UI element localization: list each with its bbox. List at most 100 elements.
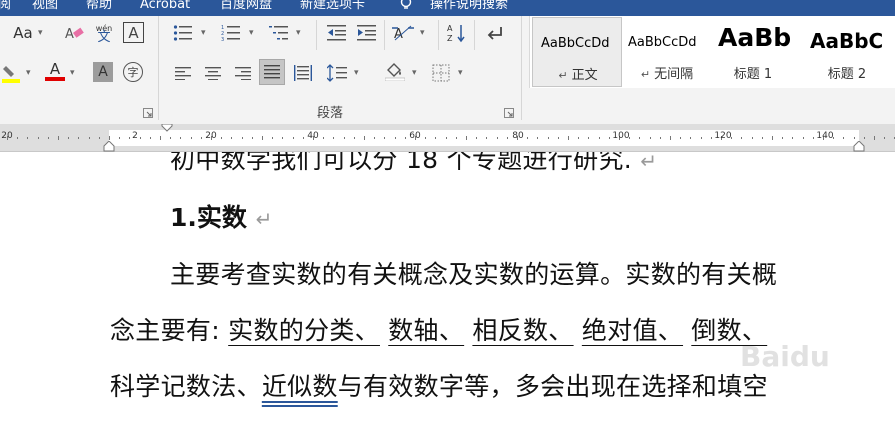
align-left-icon <box>175 67 191 80</box>
ruler-tick <box>272 137 274 139</box>
doc-heading: 1.实数 ↵ <box>170 198 272 234</box>
ruler-tick <box>537 137 539 139</box>
borders-button[interactable] <box>430 62 452 84</box>
tab-new-tab[interactable]: 新建选项卡 <box>300 0 365 13</box>
styles-gallery: AaBbCcDd ↵ 正文 AaBbCcDd ↵ 无间隔 AaBb 标题 1 A… <box>529 16 895 88</box>
ruler-tick <box>119 137 121 139</box>
ruler-tick <box>404 137 406 139</box>
align-center-button[interactable] <box>202 62 224 84</box>
show-hide-marks-button[interactable] <box>484 22 506 44</box>
paint-bucket-icon <box>385 63 405 81</box>
horizontal-ruler[interactable]: 20 2 20 40 60 80 100 120 140 <box>0 124 895 152</box>
svg-text:A: A <box>447 24 453 33</box>
font-dialog-launcher-icon[interactable] <box>143 108 153 118</box>
ruler-tick <box>741 137 743 139</box>
ruler-tick <box>690 137 692 139</box>
tab-review-partial[interactable]: 阅 <box>0 0 11 13</box>
right-indent-marker[interactable] <box>853 141 865 152</box>
borders-icon <box>432 64 450 82</box>
ruler-tick <box>68 137 70 139</box>
paragraph-dialog-launcher-icon[interactable] <box>504 108 514 118</box>
style-heading-2[interactable]: AaBbC 标题 2 <box>802 17 895 87</box>
change-case-button[interactable]: Aa <box>8 22 38 44</box>
paragraph-mark-icon: ↵ <box>558 69 568 82</box>
eraser-icon: A <box>65 27 84 42</box>
bullets-button[interactable] <box>172 22 194 44</box>
ruler-tick <box>884 137 886 139</box>
document-page[interactable]: 初中数学我们可以分 18 个专题进行研究. ↵ 1.实数 ↵ 主要考查实数的有关… <box>0 152 895 431</box>
ruler-tick <box>190 137 192 139</box>
heading-text: 1.实数 <box>170 203 247 232</box>
style-heading-1[interactable]: AaBb 标题 1 <box>712 17 794 87</box>
tool-separator <box>384 20 385 50</box>
ruler-tick <box>802 137 804 139</box>
term-absolute-value: 绝对值、 <box>581 316 684 345</box>
line-spacing-button[interactable] <box>326 62 348 84</box>
distributed-icon <box>294 65 312 81</box>
align-left-button[interactable] <box>172 62 194 84</box>
multilevel-list-button[interactable] <box>268 22 290 44</box>
tab-help[interactable]: 帮助 <box>86 0 112 13</box>
tab-baidu-netdisk[interactable]: 百度网盘 <box>220 0 272 13</box>
ruler-label: 140 <box>816 131 834 141</box>
phonetic-guide-button[interactable]: wén 文 <box>93 22 115 44</box>
doc-para1-line1: 主要考查实数的有关概念及实数的运算。实数的有关概 <box>170 260 778 289</box>
chinese-layout-button[interactable]: A <box>392 22 414 44</box>
term-number-line: 数轴、 <box>388 316 465 345</box>
line3-rest: 与有效数字等，多会出现在选择和填空 <box>337 372 768 401</box>
ruler-tick <box>170 137 172 139</box>
style-normal[interactable]: AaBbCcDd ↵ 正文 <box>532 17 622 87</box>
character-border-button[interactable]: A <box>123 22 144 43</box>
ruler-tick <box>710 137 712 139</box>
sort-button[interactable]: A Z <box>446 22 468 44</box>
tab-acrobat[interactable]: Acrobat <box>140 0 190 13</box>
align-right-icon <box>235 67 251 80</box>
decrease-indent-button[interactable] <box>326 22 348 44</box>
character-border-label: A <box>128 23 139 42</box>
shading-button[interactable] <box>384 60 406 82</box>
distributed-button[interactable] <box>292 62 314 84</box>
hanging-indent-marker[interactable] <box>103 141 115 152</box>
ruler-label: 20 <box>205 131 217 141</box>
tool-separator <box>316 20 317 50</box>
decrease-indent-icon <box>327 25 346 41</box>
ruler-tick <box>292 137 294 139</box>
justify-button[interactable] <box>259 59 285 85</box>
tool-separator <box>474 20 475 50</box>
line-spacing-icon <box>327 64 347 82</box>
highlighter-icon <box>2 66 20 83</box>
tell-me-search[interactable]: 操作说明搜索 <box>430 0 508 13</box>
ruler-tick <box>863 137 865 139</box>
align-right-button[interactable] <box>232 62 254 84</box>
ruler-tick <box>282 137 284 139</box>
ruler-tick <box>761 137 763 139</box>
doc-intro-text: 初中数学我们可以分 18 个专题进行研究. <box>170 152 632 174</box>
chevron-down-icon: ▾ <box>70 68 75 78</box>
ruler-tick <box>323 137 325 139</box>
numbering-button[interactable]: 1 2 3 <box>220 22 242 44</box>
ribbon-tab-bar: 阅 视图 帮助 Acrobat 百度网盘 新建选项卡 操作说明搜索 <box>0 0 895 16</box>
tab-view[interactable]: 视图 <box>32 0 58 13</box>
ruler-tick <box>262 136 263 140</box>
ruler-tick <box>425 137 427 139</box>
clear-formatting-button[interactable]: A <box>64 22 86 44</box>
character-shading-button[interactable]: A <box>93 62 113 82</box>
first-line-indent-marker[interactable] <box>161 124 173 132</box>
bullet-list-icon <box>173 25 192 41</box>
ruler-tick <box>792 137 794 139</box>
ruler-tick <box>374 137 376 139</box>
ruler-tick <box>231 137 233 139</box>
increase-indent-button[interactable] <box>356 22 378 44</box>
ruler-tick <box>547 137 549 139</box>
font-color-button[interactable]: A <box>44 60 66 82</box>
svg-text:Z: Z <box>447 34 453 43</box>
group-separator <box>521 16 522 120</box>
ruler-tick <box>639 137 641 139</box>
doc-line-intro: 初中数学我们可以分 18 个专题进行研究. ↵ <box>170 152 657 176</box>
text-highlight-button[interactable] <box>0 62 22 84</box>
ruler-tick <box>78 137 80 139</box>
ruler-tick <box>680 137 682 139</box>
style-no-spacing[interactable]: AaBbCcDd ↵ 无间隔 <box>622 17 712 87</box>
ruler-tick <box>302 137 304 139</box>
enclose-characters-button[interactable]: 字 <box>123 62 143 82</box>
